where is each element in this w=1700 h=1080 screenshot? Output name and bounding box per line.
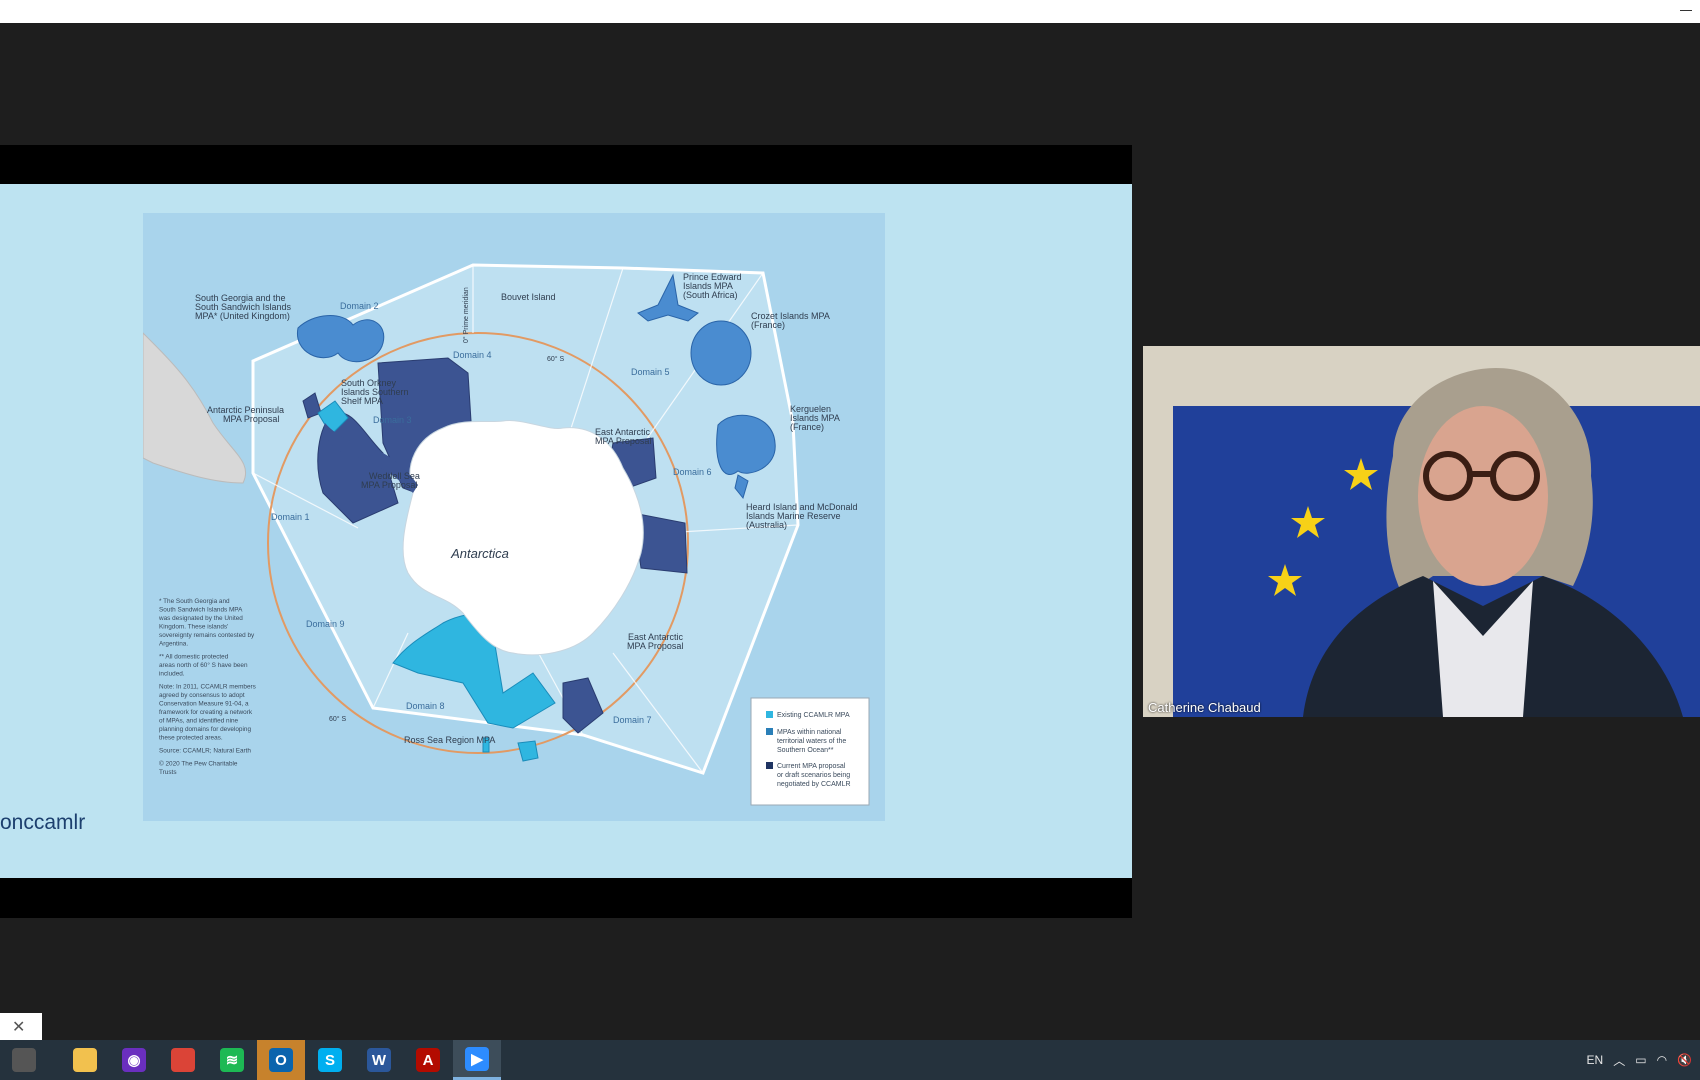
taskbar-app-skype[interactable]: S [306, 1040, 354, 1080]
minimize-icon[interactable] [1680, 2, 1694, 16]
podcast-icon: ◉ [122, 1048, 146, 1072]
taskbar-app-app-screenshot[interactable] [0, 1040, 48, 1080]
legend-swatch-existing [766, 711, 773, 718]
participant-name: Catherine Chabaud [1148, 700, 1261, 715]
label-south-georgia: South Georgia and the South Sandwich Isla… [195, 293, 292, 321]
taskbar-app-spotify[interactable]: ≋ [208, 1040, 256, 1080]
chevron-up-icon[interactable]: ︿ [1613, 1052, 1625, 1069]
taskbar-app-podcast[interactable]: ◉ [110, 1040, 158, 1080]
speaker-muted-icon[interactable]: 🔇 [1677, 1053, 1692, 1067]
window-title-bar [0, 0, 1700, 23]
label-domain-2: Domain 2 [340, 301, 379, 311]
skype-icon: S [318, 1048, 342, 1072]
map-legend: Existing CCAMLR MPA MPAs within national… [750, 697, 870, 806]
screen-share-area: Antarctica South Georgia and the South Sa… [0, 145, 1132, 918]
taskbar-app-chrome[interactable] [159, 1040, 207, 1080]
label-60s-bottom: 60° S [329, 715, 347, 723]
label-east-antarctic-bottom: East Antarctic MPA Proposal [627, 632, 684, 651]
label-prince-edward: Prince Edward Islands MPA (South Africa) [683, 272, 742, 300]
label-prime-meridian: 0° Prime meridian [462, 287, 470, 343]
chrome-icon [171, 1048, 195, 1072]
label-domain-8: Domain 8 [406, 701, 445, 711]
notification-stub[interactable]: ✕ [0, 1013, 42, 1040]
label-domain-3: Domain 3 [373, 415, 412, 425]
label-domain-4: Domain 4 [453, 350, 492, 360]
word-icon: W [367, 1048, 391, 1072]
legend-label-proposal: Current MPA proposal or draft scenarios b… [777, 763, 851, 788]
wifi-icon[interactable]: ◠ [1657, 1053, 1667, 1067]
close-icon[interactable]: ✕ [12, 1017, 25, 1037]
label-weddell: Weddell Sea MPA Proposal [361, 471, 420, 490]
system-tray: EN ︿ ▭ ◠ 🔇 [1587, 1040, 1692, 1080]
legend-label-existing: Existing CCAMLR MPA [777, 712, 850, 719]
label-domain-9: Domain 9 [306, 619, 345, 629]
slide-handle-text: onccamlr [0, 811, 86, 834]
taskbar-app-word[interactable]: W [355, 1040, 403, 1080]
taskbar: ◉ ≋ O S W A ▶ EN ︿ ▭ ◠ 🔇 [0, 1040, 1700, 1080]
label-ross-sea: Ross Sea Region MPA [404, 735, 495, 745]
label-domain-6: Domain 6 [673, 467, 712, 477]
taskbar-app-zoom[interactable]: ▶ [453, 1040, 501, 1080]
language-indicator[interactable]: EN [1587, 1053, 1604, 1067]
antarctica-mpa-map: Antarctica South Georgia and the South Sa… [143, 213, 885, 821]
label-domain-7: Domain 7 [613, 715, 652, 725]
outlook-icon: O [269, 1048, 293, 1072]
presentation-slide: Antarctica South Georgia and the South Sa… [0, 184, 1132, 878]
taskbar-app-acrobat[interactable]: A [404, 1040, 452, 1080]
legend-swatch-proposal [766, 762, 773, 769]
continent-label: Antarctica [450, 546, 509, 561]
app-screenshot-icon [12, 1048, 36, 1072]
label-east-antarctic-top: East Antarctic MPA Proposal [595, 427, 651, 446]
legend-swatch-national [766, 728, 773, 735]
label-domain-5: Domain 5 [631, 367, 670, 377]
video-frame [1143, 346, 1700, 717]
taskbar-app-file-explorer[interactable] [61, 1040, 109, 1080]
label-60s-top: 60° S [547, 355, 565, 363]
participant-video[interactable]: Catherine Chabaud [1143, 346, 1700, 717]
acrobat-icon: A [416, 1048, 440, 1072]
taskbar-app-outlook[interactable]: O [257, 1040, 305, 1080]
label-domain-1: Domain 1 [271, 512, 310, 522]
spotify-icon: ≋ [220, 1048, 244, 1072]
file-explorer-icon [73, 1048, 97, 1072]
label-bouvet: Bouvet Island [501, 292, 556, 302]
battery-icon[interactable]: ▭ [1635, 1053, 1646, 1067]
zoom-icon: ▶ [465, 1046, 489, 1071]
